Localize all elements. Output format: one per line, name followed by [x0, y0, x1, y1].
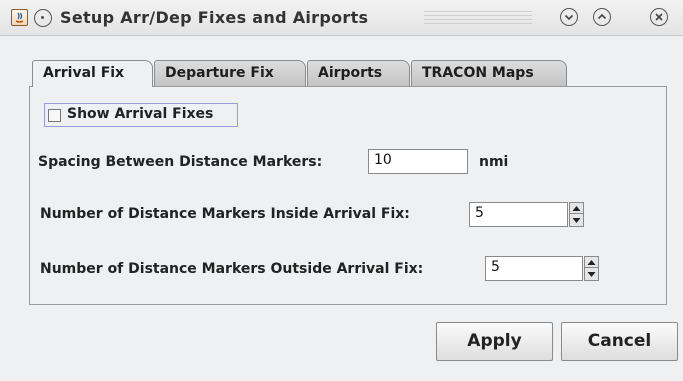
spacing-label: Spacing Between Distance Markers:: [38, 154, 323, 170]
java-app-icon: [11, 9, 28, 26]
minimize-icon[interactable]: [560, 8, 578, 26]
tab-label: Arrival Fix: [43, 65, 125, 81]
cancel-button[interactable]: Cancel: [561, 322, 678, 361]
tab-airports[interactable]: Airports: [307, 60, 410, 86]
inside-markers-label: Number of Distance Markers Inside Arriva…: [40, 206, 410, 222]
title-bar: Setup Arr/Dep Fixes and Airports: [0, 0, 683, 36]
checkbox-label: Show Arrival Fixes: [67, 106, 214, 122]
checkbox-box[interactable]: [48, 109, 61, 122]
outside-markers-label: Number of Distance Markers Outside Arriv…: [40, 261, 424, 277]
tab-label: TRACON Maps: [422, 65, 534, 81]
outside-markers-spinner[interactable]: [584, 256, 599, 281]
maximize-icon[interactable]: [593, 8, 611, 26]
title-bar-grip: [424, 11, 532, 24]
spinner-down-icon[interactable]: [570, 215, 583, 226]
outside-markers-input[interactable]: 5: [485, 256, 583, 281]
spacing-unit: nmi: [479, 154, 509, 170]
tab-label: Departure Fix: [165, 65, 274, 81]
close-icon[interactable]: [650, 8, 668, 26]
spacing-input[interactable]: 10: [368, 149, 468, 174]
spinner-down-icon[interactable]: [585, 269, 598, 280]
tab-arrival-fix[interactable]: Arrival Fix: [32, 60, 153, 87]
tab-tracon-maps[interactable]: TRACON Maps: [411, 60, 567, 86]
tab-departure-fix[interactable]: Departure Fix: [154, 60, 306, 86]
window-menu-icon[interactable]: [34, 9, 52, 27]
tab-label: Airports: [318, 65, 383, 81]
inside-markers-input[interactable]: 5: [469, 202, 568, 227]
show-arrival-fixes-checkbox[interactable]: Show Arrival Fixes: [44, 103, 238, 127]
apply-button[interactable]: Apply: [436, 322, 553, 361]
inside-markers-spinner[interactable]: [569, 202, 584, 227]
spinner-up-icon[interactable]: [570, 203, 583, 214]
spinner-up-icon[interactable]: [585, 257, 598, 268]
window-title: Setup Arr/Dep Fixes and Airports: [60, 8, 369, 27]
